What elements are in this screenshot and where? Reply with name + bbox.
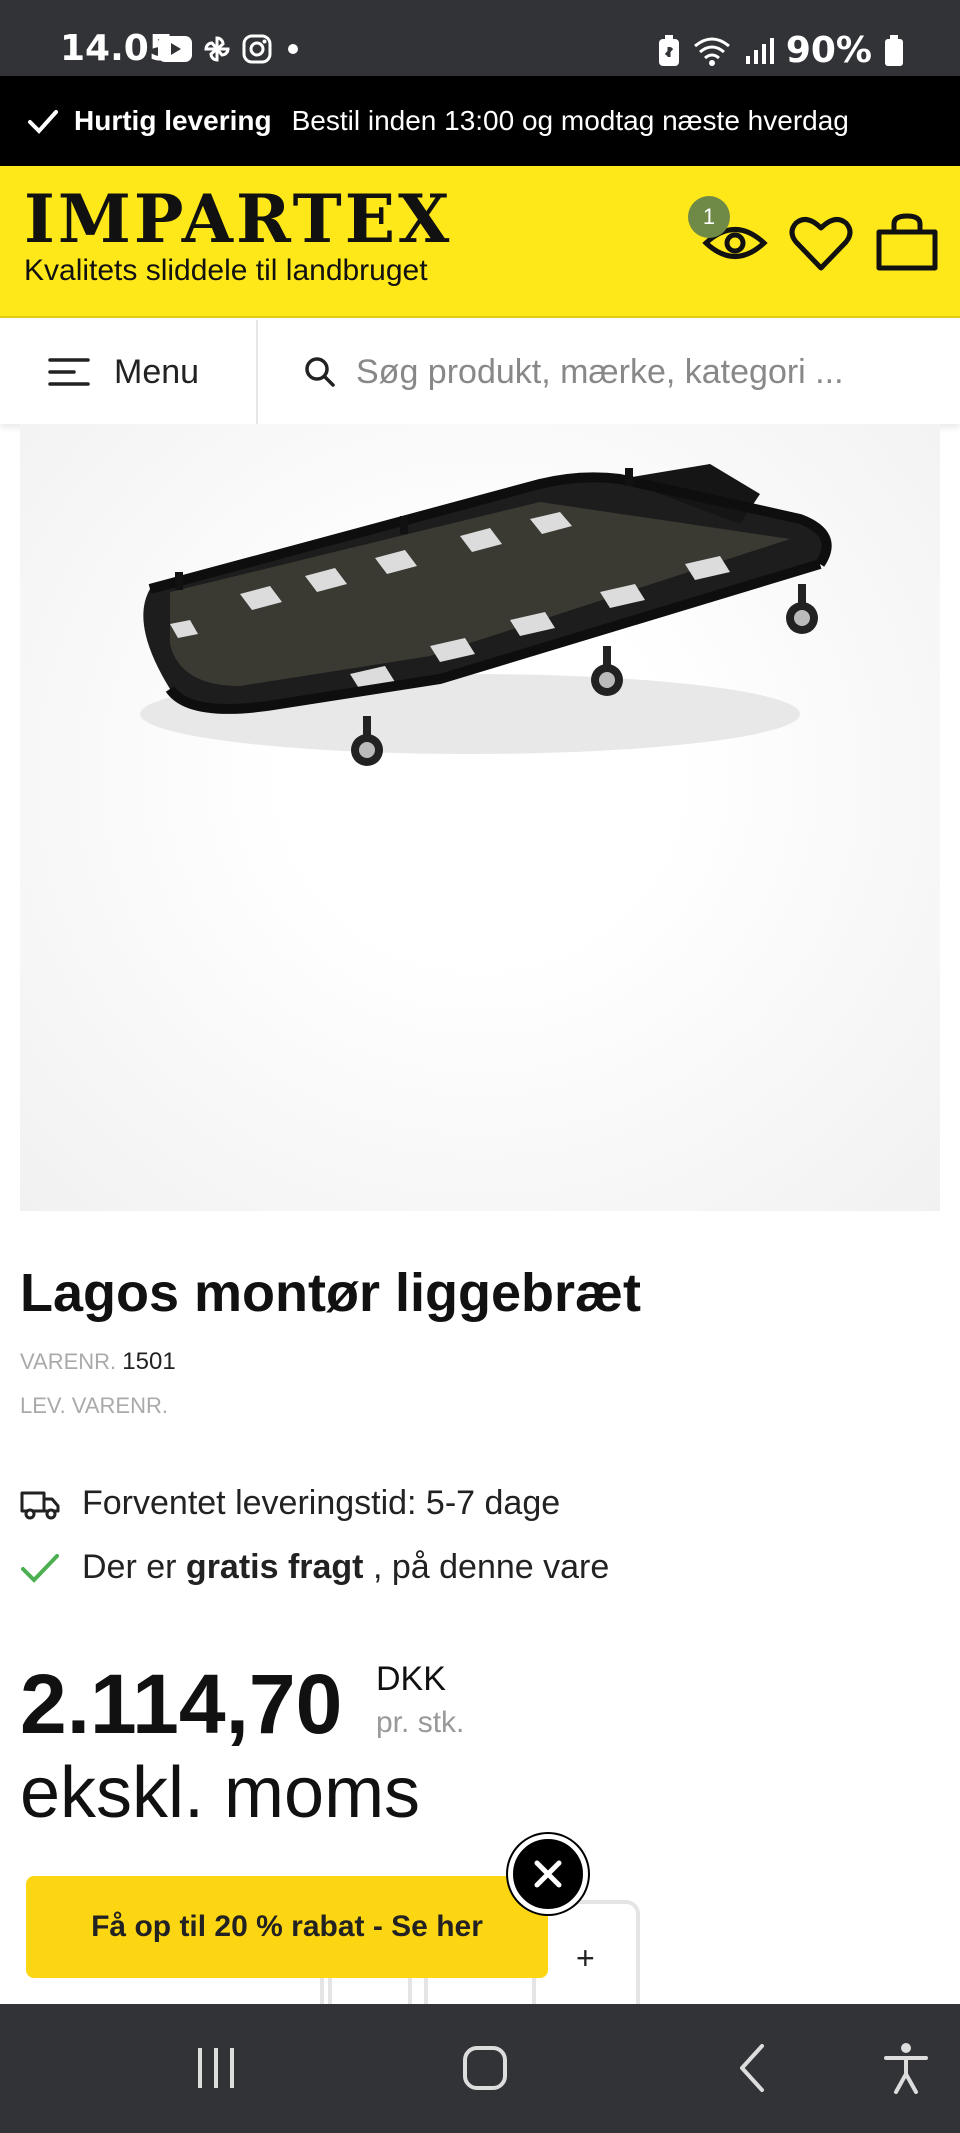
status-icons-left: [158, 34, 304, 64]
home-icon[interactable]: [455, 2038, 515, 2098]
wifi-icon: [693, 37, 730, 66]
pinwheel-icon: [204, 36, 230, 62]
price-currency: DKK: [376, 1660, 446, 1698]
hamburger-menu-icon: [48, 358, 90, 386]
sku-label: VARENR.: [20, 1349, 117, 1374]
signal-icon: [745, 37, 774, 64]
truck-icon: [20, 1491, 60, 1519]
search-input[interactable]: Søg produkt, mærke, kategori ...: [260, 320, 960, 424]
freight-strong: gratis fragt: [185, 1548, 364, 1586]
recent-apps-icon[interactable]: [186, 2038, 246, 2098]
battery-icon: [885, 34, 903, 66]
site-logo[interactable]: IMPARTEX: [24, 186, 452, 252]
close-popup-button[interactable]: [508, 1834, 588, 1914]
battery-saver-icon: [658, 34, 679, 66]
system-nav-bar: [0, 2004, 960, 2133]
delivery-info: Forventet leveringstid: 5-7 dage: [20, 1484, 560, 1523]
basket-icon[interactable]: [874, 210, 940, 276]
youtube-icon: [158, 36, 192, 62]
freight-post: , på denne vare: [372, 1548, 610, 1586]
search-icon: [305, 357, 335, 387]
status-bar: 14.05 90%: [0, 0, 960, 76]
heart-icon[interactable]: [788, 210, 854, 276]
back-icon[interactable]: [724, 2038, 784, 2098]
viewed-count-badge: 1: [688, 196, 730, 238]
promo-strong-text: Hurtig levering: [74, 105, 272, 136]
site-header: IMPARTEX Kvalitets sliddele til landbrug…: [0, 166, 960, 318]
price-unit: pr. stk.: [376, 1706, 465, 1739]
discount-button[interactable]: Få op til 20 % rabat - Se her: [26, 1876, 548, 1978]
supplier-sku-label: LEV. VARENR.: [20, 1393, 168, 1418]
promo-bar: Hurtig levering Bestil inden 13:00 og mo…: [0, 76, 960, 166]
status-icons-right: 90%: [658, 30, 904, 71]
vat-note: ekskl. moms: [20, 1753, 421, 1833]
dot-icon: [288, 44, 298, 54]
nav-bar: Menu Søg produkt, mærke, kategori ...: [0, 320, 960, 424]
menu-button[interactable]: Menu: [0, 320, 258, 424]
site-tagline: Kvalitets sliddele til landbruget: [24, 254, 428, 287]
promo-text: Bestil inden 13:00 og modtag næste hverd…: [291, 105, 849, 136]
green-check-icon: [21, 1553, 59, 1583]
supplier-sku-row: LEV. VARENR.: [20, 1393, 168, 1419]
status-time: 14.05: [60, 28, 174, 69]
product-price: 2.114,70: [20, 1657, 343, 1751]
instagram-icon: [242, 34, 272, 64]
delivery-text: Forventet leveringstid: 5-7 dage: [82, 1484, 561, 1522]
freight-pre: Der er: [82, 1548, 177, 1586]
sku-value: 1501: [122, 1348, 176, 1375]
battery-percentage: 90%: [785, 30, 872, 71]
menu-label: Menu: [114, 352, 200, 391]
quantity-plus-button[interactable]: +: [576, 1940, 595, 1977]
product-image[interactable]: [20, 424, 940, 1211]
sku-row: VARENR. 1501: [20, 1348, 176, 1376]
free-freight-info: Der er gratis fragt , på denne vare: [20, 1548, 609, 1587]
close-icon: [534, 1860, 562, 1888]
creeper-board-illustration: [140, 464, 832, 766]
search-placeholder: Søg produkt, mærke, kategori ...: [356, 352, 844, 391]
checkmark-icon: [28, 110, 58, 134]
accessibility-icon[interactable]: [876, 2038, 936, 2098]
product-title: Lagos montør liggebræt: [20, 1263, 641, 1323]
